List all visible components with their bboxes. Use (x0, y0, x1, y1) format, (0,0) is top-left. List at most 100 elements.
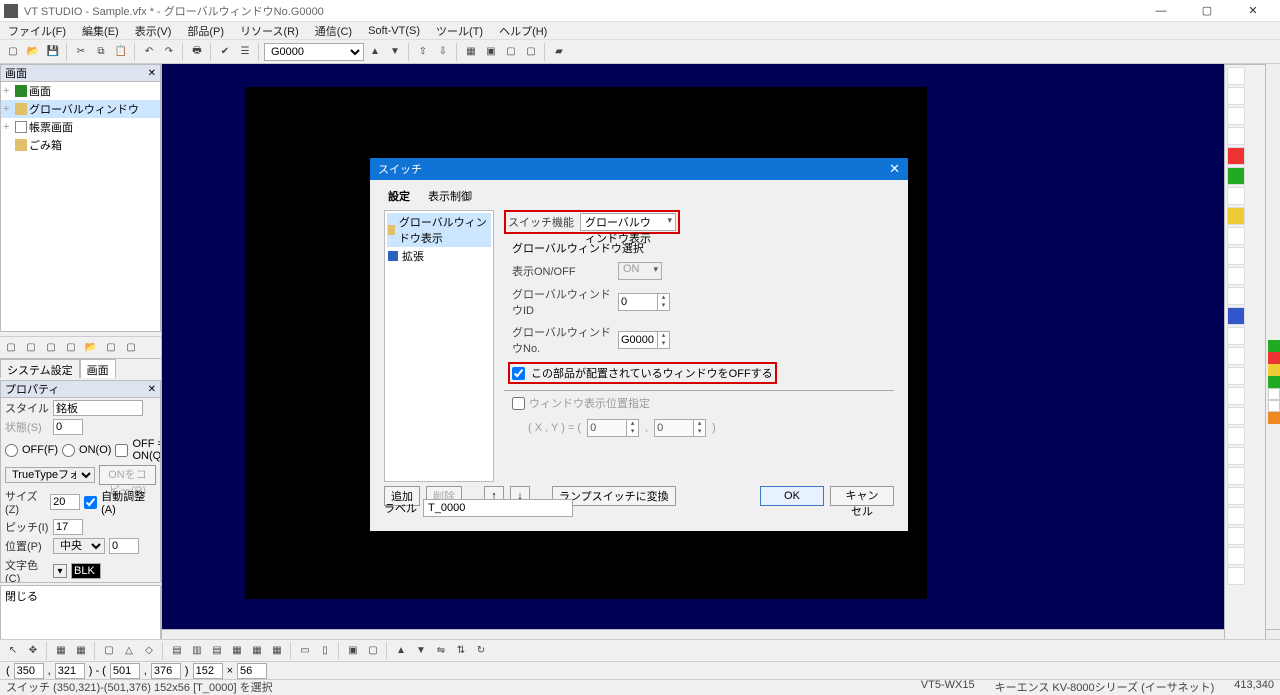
pal-k-icon[interactable] (1227, 427, 1245, 445)
align-m-icon[interactable]: ▦ (248, 642, 266, 660)
gwno-input[interactable] (619, 332, 657, 348)
nav-up-icon[interactable]: ▲ (366, 43, 384, 61)
lt-a-icon[interactable]: ▢ (2, 339, 20, 357)
bb-c-icon[interactable]: ▢ (100, 642, 118, 660)
pal-n-icon[interactable] (1227, 487, 1245, 505)
cancel-button[interactable]: キャンセル (830, 486, 894, 506)
label-input[interactable] (423, 499, 573, 517)
close-button[interactable]: ✕ (1238, 2, 1268, 20)
color-swatch[interactable]: ▾ (53, 564, 67, 578)
tab-screen[interactable]: 画面 (80, 359, 116, 378)
pal-switch-icon[interactable] (1227, 167, 1245, 185)
switch-function-select[interactable]: グローバルウィンドウ表示 (580, 213, 676, 231)
y1-input[interactable] (55, 663, 85, 679)
color-value[interactable] (71, 563, 101, 579)
pal-o-icon[interactable] (1227, 507, 1245, 525)
cut-icon[interactable]: ✂ (72, 43, 90, 61)
menu-resource[interactable]: リソース(R) (236, 22, 303, 40)
ok-button[interactable]: OK (760, 486, 824, 506)
rotate-icon[interactable]: ↻ (472, 642, 490, 660)
off-radio[interactable] (5, 444, 18, 457)
mp-yellow[interactable] (1268, 364, 1280, 376)
screen-panel-close-icon[interactable]: ✕ (148, 68, 156, 79)
palette-icon[interactable]: ▰ (550, 43, 568, 61)
align-l-icon[interactable]: ▤ (168, 642, 186, 660)
copy-icon[interactable]: ⧉ (92, 43, 110, 61)
bb-d-icon[interactable]: △ (120, 642, 138, 660)
lt-g-icon[interactable]: ▢ (122, 339, 140, 357)
minimize-button[interactable]: — (1146, 2, 1176, 20)
download-icon[interactable]: ⇩ (434, 43, 452, 61)
align-t-icon[interactable]: ▦ (228, 642, 246, 660)
pause-icon[interactable]: ▢ (522, 43, 540, 61)
pal-rect-icon[interactable] (1227, 87, 1245, 105)
tree-item-trash[interactable]: ごみ箱 (1, 136, 160, 154)
pal-ellipse-icon[interactable] (1227, 127, 1245, 145)
pal-poly-icon[interactable] (1227, 107, 1245, 125)
pal-h-icon[interactable] (1227, 367, 1245, 385)
close-box[interactable]: 閉じる (0, 585, 161, 645)
tree-item-global-window[interactable]: + グローバルウィンドウ (1, 100, 160, 118)
gwno-spinner[interactable]: ▴▾ (618, 331, 670, 349)
pos-select[interactable]: 中央 (53, 538, 105, 554)
w-input[interactable] (193, 663, 223, 679)
pal-d-icon[interactable] (1227, 287, 1245, 305)
function-list[interactable]: グローバルウィンドウ表示 拡張 (384, 210, 494, 482)
mp-white2[interactable] (1268, 400, 1280, 412)
dist-h-icon[interactable]: ▭ (296, 642, 314, 660)
expand-icon[interactable]: + (3, 121, 13, 133)
front-icon[interactable]: ▲ (392, 642, 410, 660)
pal-q-icon[interactable] (1227, 547, 1245, 565)
run-icon[interactable]: ▦ (462, 43, 480, 61)
dist-v-icon[interactable]: ▯ (316, 642, 334, 660)
menu-tool[interactable]: ツール(T) (432, 22, 487, 40)
x1-input[interactable] (14, 663, 44, 679)
pal-j-icon[interactable] (1227, 407, 1245, 425)
align-c-icon[interactable]: ▥ (188, 642, 206, 660)
flip-h-icon[interactable]: ⇋ (432, 642, 450, 660)
list-item-global-window[interactable]: グローバルウィンドウ表示 (387, 213, 491, 247)
lt-c-icon[interactable]: ▢ (42, 339, 60, 357)
pal-e-icon[interactable] (1227, 307, 1245, 325)
pal-a-icon[interactable] (1227, 227, 1245, 245)
pos-num-input[interactable] (109, 538, 139, 554)
open-icon[interactable]: 📂 (24, 43, 42, 61)
pal-i-icon[interactable] (1227, 387, 1245, 405)
off-window-checkbox[interactable] (512, 367, 525, 380)
menu-softvt[interactable]: Soft-VT(S) (364, 24, 424, 38)
new-icon[interactable]: ▢ (4, 43, 22, 61)
paste-icon[interactable]: 📋 (112, 43, 130, 61)
tree-item-screen[interactable]: + 画面 (1, 82, 160, 100)
on-radio[interactable] (62, 444, 75, 457)
list-icon[interactable]: ☰ (236, 43, 254, 61)
pitch-input[interactable] (53, 519, 83, 535)
tab-display-control[interactable]: 表示制御 (426, 186, 474, 206)
y2-input[interactable] (151, 663, 181, 679)
pal-m-icon[interactable] (1227, 467, 1245, 485)
pal-line-icon[interactable] (1227, 67, 1245, 85)
cursor-icon[interactable]: ↖ (4, 642, 22, 660)
menu-help[interactable]: ヘルプ(H) (495, 22, 551, 40)
pal-p-icon[interactable] (1227, 527, 1245, 545)
check-icon[interactable]: ✔ (216, 43, 234, 61)
dialog-close-icon[interactable]: ✕ (889, 161, 900, 177)
mp-white[interactable] (1268, 388, 1280, 400)
align-b-icon[interactable]: ▦ (268, 642, 286, 660)
nav-down-icon[interactable]: ▼ (386, 43, 404, 61)
lt-e-icon[interactable]: 📂 (82, 339, 100, 357)
back-icon[interactable]: ▼ (412, 642, 430, 660)
align-r-icon[interactable]: ▤ (208, 642, 226, 660)
list-item-extend[interactable]: 拡張 (387, 247, 491, 265)
mp-green2[interactable] (1268, 376, 1280, 388)
undo-icon[interactable]: ↶ (140, 43, 158, 61)
upload-icon[interactable]: ⇧ (414, 43, 432, 61)
flip-v-icon[interactable]: ⇅ (452, 642, 470, 660)
state-input[interactable] (53, 419, 83, 435)
screen-tree[interactable]: + 画面 + グローバルウィンドウ + 帳票画面 ごみ箱 (0, 82, 161, 332)
x2-input[interactable] (110, 663, 140, 679)
gwid-spinner[interactable]: ▴▾ (618, 293, 670, 311)
mp-red[interactable] (1268, 352, 1280, 364)
pal-r-icon[interactable] (1227, 567, 1245, 585)
property-panel-close-icon[interactable]: ✕ (148, 384, 156, 395)
bb-a-icon[interactable]: ▦ (52, 642, 70, 660)
